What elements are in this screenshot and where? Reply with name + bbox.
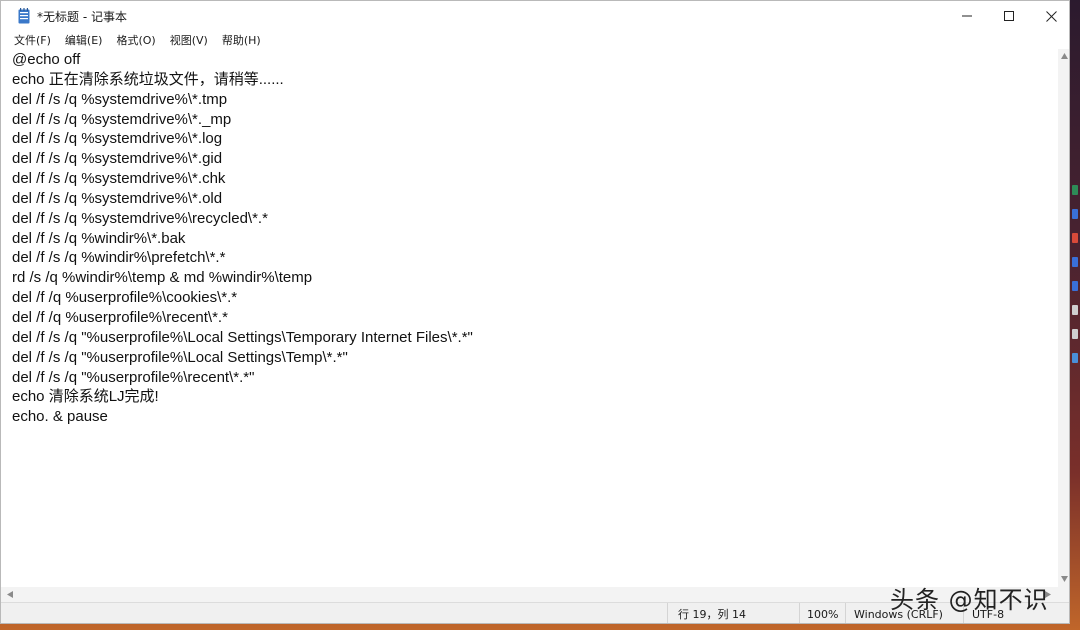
notepad-icon	[18, 8, 30, 24]
menu-bar: 文件(F) 编辑(E) 格式(O) 视图(V) 帮助(H)	[1, 31, 1069, 49]
text-editor[interactable]: @echo off echo 正在清除系统垃圾文件，请稍等...... del …	[1, 49, 1058, 587]
menu-help[interactable]: 帮助(H)	[215, 32, 268, 48]
cursor-position: 行 19，列 14	[667, 603, 799, 623]
desktop-icon	[1072, 281, 1078, 291]
zoom-level-text: 100%	[807, 607, 839, 621]
desktop-icon	[1072, 353, 1078, 363]
title-bar[interactable]: *无标题 - 记事本	[1, 1, 1069, 31]
zoom-level: 100%	[799, 603, 845, 623]
window-title: *无标题 - 记事本	[37, 10, 127, 24]
desktop-icon	[1072, 305, 1078, 315]
minimize-button[interactable]	[945, 1, 989, 31]
scroll-up-icon[interactable]	[1061, 53, 1068, 59]
menu-view[interactable]: 视图(V)	[163, 32, 215, 48]
editor-text[interactable]: @echo off echo 正在清除系统垃圾文件，请稍等...... del …	[1, 49, 1058, 427]
desktop-icon	[1072, 209, 1078, 219]
minimize-icon	[962, 15, 972, 17]
scroll-down-icon[interactable]	[1061, 576, 1068, 582]
close-icon	[1045, 10, 1057, 22]
close-button[interactable]	[1029, 1, 1069, 31]
desktop-icons-strip	[1072, 185, 1080, 405]
vertical-scrollbar[interactable]	[1058, 49, 1069, 587]
menu-edit[interactable]: 编辑(E)	[58, 32, 110, 48]
maximize-icon	[1004, 11, 1014, 21]
scroll-left-icon[interactable]	[7, 591, 13, 598]
maximize-button[interactable]	[987, 1, 1031, 31]
watermark: 头条 @知不识	[890, 586, 1049, 614]
menu-file[interactable]: 文件(F)	[1, 32, 58, 48]
desktop-icon	[1072, 329, 1078, 339]
desktop-icon	[1072, 185, 1078, 195]
desktop-icon	[1072, 257, 1078, 267]
menu-format[interactable]: 格式(O)	[109, 32, 162, 48]
notepad-window: *无标题 - 记事本 文件(F) 编辑(E) 格式(O) 视图(V) 帮助(H)…	[0, 0, 1070, 624]
desktop-icon	[1072, 233, 1078, 243]
scrollbar-corner	[1058, 587, 1069, 602]
cursor-position-text: 行 19，列 14	[678, 608, 746, 621]
